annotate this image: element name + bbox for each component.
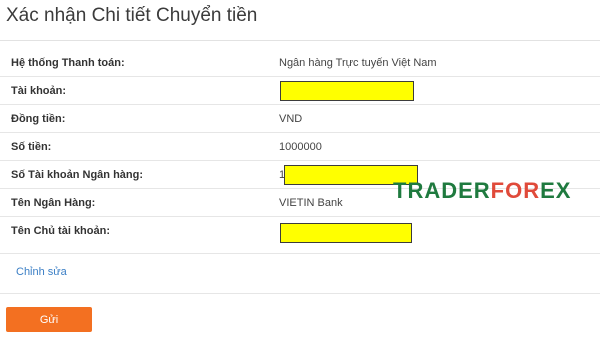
watermark-logo: TRADERFOREX: [393, 178, 571, 204]
row-currency: Đồng tiền: VND: [0, 105, 600, 133]
bank-account-number-label: Số Tài khoản Ngân hàng:: [11, 169, 144, 181]
account-redaction: [280, 81, 414, 101]
account-holder-label: Tên Chủ tài khoản:: [11, 225, 110, 237]
bank-name-value: VIETIN Bank: [279, 197, 343, 209]
row-account-holder: Tên Chủ tài khoản:: [0, 217, 600, 254]
watermark-part-3: EX: [540, 178, 572, 203]
account-label: Tài khoản:: [11, 85, 67, 97]
account-holder-redaction: [280, 223, 412, 243]
send-button[interactable]: Gửi: [6, 307, 92, 332]
watermark-part-1: TRADER: [393, 178, 491, 203]
footer-divider: [0, 293, 600, 294]
title-divider: [0, 40, 600, 41]
currency-label: Đồng tiền:: [11, 113, 66, 125]
watermark-part-2: FOR: [490, 178, 541, 203]
edit-link[interactable]: Chỉnh sửa: [16, 266, 67, 278]
row-amount: Số tiền: 1000000: [0, 133, 600, 161]
amount-label: Số tiền:: [11, 141, 52, 153]
row-payment-system: Hệ thống Thanh toán: Ngân hàng Trực tuyế…: [0, 49, 600, 77]
payment-system-label: Hệ thống Thanh toán:: [11, 57, 125, 69]
details-table: Hệ thống Thanh toán: Ngân hàng Trực tuyế…: [0, 49, 600, 254]
currency-value: VND: [279, 113, 303, 125]
page-title: Xác nhận Chi tiết Chuyển tiền: [6, 5, 258, 26]
payment-system-value: Ngân hàng Trực tuyến Việt Nam: [279, 57, 437, 69]
row-account: Tài khoản:: [0, 77, 600, 105]
amount-value: 1000000: [279, 141, 322, 153]
bank-name-label: Tên Ngân Hàng:: [11, 197, 96, 209]
